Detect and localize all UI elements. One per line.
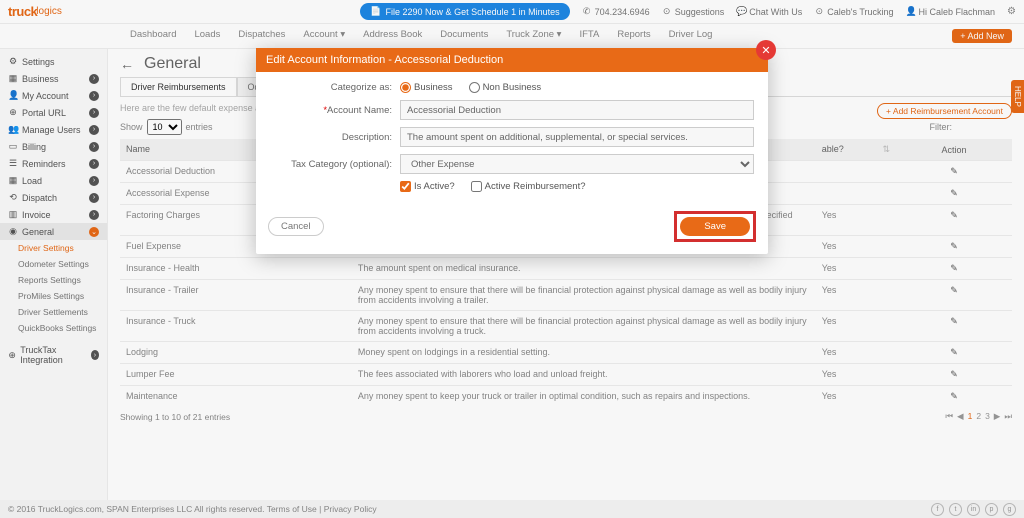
cancel-button[interactable]: Cancel xyxy=(268,217,324,236)
modal-title: Edit Account Information - Accessorial D… xyxy=(256,48,768,72)
categorize-label: Categorize as: xyxy=(270,82,400,93)
account-name-label: *Account Name: xyxy=(270,105,400,116)
description-input[interactable] xyxy=(400,127,754,147)
radio-nonbusiness-input[interactable] xyxy=(469,82,480,93)
is-active-checkbox[interactable]: Is Active? xyxy=(400,181,455,192)
close-icon[interactable]: ✕ xyxy=(756,40,776,60)
active-reimbursement-checkbox[interactable]: Active Reimbursement? xyxy=(471,181,586,192)
radio-nonbusiness[interactable]: Non Business xyxy=(469,82,542,93)
save-highlight: Save xyxy=(674,211,756,242)
active-reimbursement-input[interactable] xyxy=(471,181,482,192)
radio-business-input[interactable] xyxy=(400,82,411,93)
tax-category-label: Tax Category (optional): xyxy=(270,159,400,170)
tax-category-select[interactable]: Other Expense xyxy=(400,154,754,174)
radio-business[interactable]: Business xyxy=(400,82,453,93)
account-name-input[interactable] xyxy=(400,100,754,120)
is-active-input[interactable] xyxy=(400,181,411,192)
save-button[interactable]: Save xyxy=(680,217,750,236)
description-label: Description: xyxy=(270,132,400,143)
edit-account-modal: ✕ Edit Account Information - Accessorial… xyxy=(256,48,768,254)
